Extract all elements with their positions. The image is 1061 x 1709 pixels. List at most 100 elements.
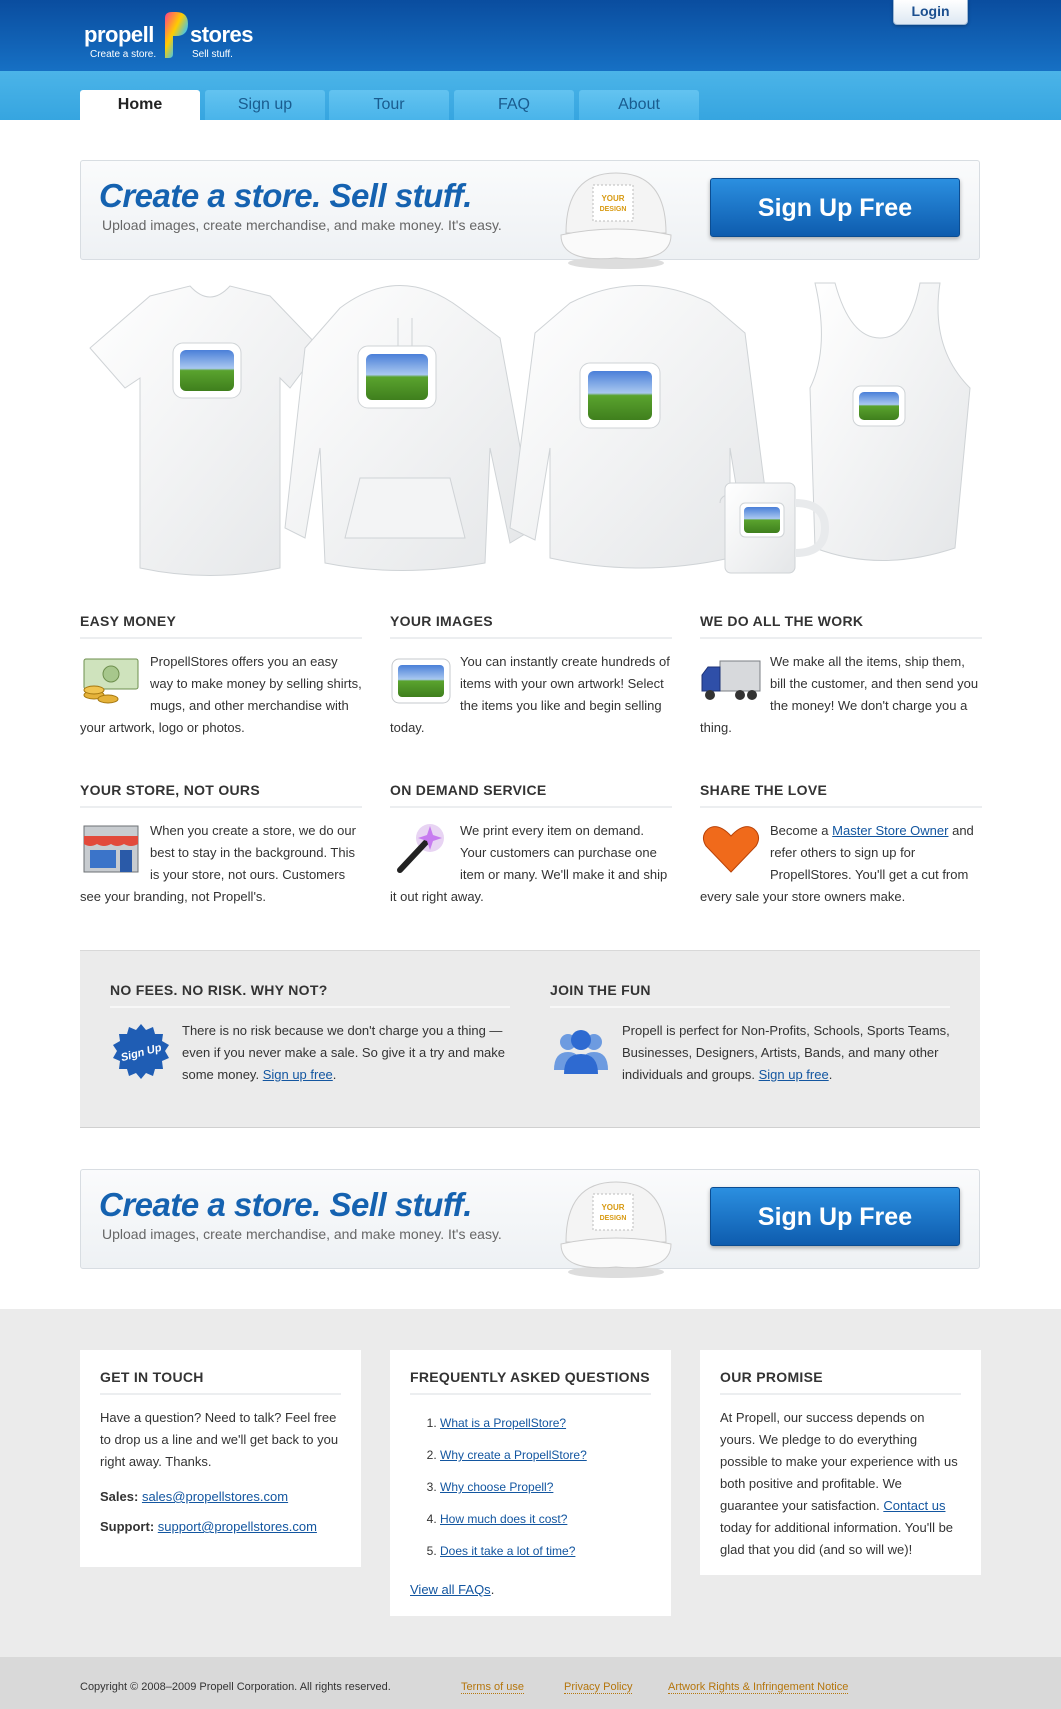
logo-mark-icon [165,12,188,58]
truck-icon [701,660,761,700]
faq-item: Why create a PropellStore? [440,1439,651,1471]
cap-icon: YOUR DESIGN [560,172,672,269]
faq-card: FREQUENTLY ASKED QUESTIONS What is a Pro… [390,1350,671,1616]
cap-icon: YOUR DESIGN [560,1181,672,1278]
sign-up-free-button[interactable]: Sign Up Free [710,1187,960,1246]
banner-headline: Create a store. Sell stuff. [99,1186,472,1223]
feature-your-store: YOUR STORE, NOT OURS When you create a s… [80,782,362,908]
logo-tagline-1: Create a store. [90,49,157,60]
section-title: NO FEES. NO RISK. WHY NOT? [110,982,510,1008]
support-email-link[interactable]: support@propellstores.com [158,1519,317,1534]
sign-up-free-link[interactable]: Sign up free [263,1067,333,1082]
faq-link[interactable]: How much does it cost? [440,1512,567,1526]
view-all-end: . [490,1582,495,1597]
feature-title: WE DO ALL THE WORK [700,613,982,639]
support-contact: Support: support@propellstores.com [100,1519,341,1535]
feature-share-the-love: SHARE THE LOVE Become a Master Store Own… [700,782,982,908]
tab-about[interactable]: About [579,90,699,120]
header-bar: propell stores Create a store. Sell stuf… [0,0,1061,71]
card-title: OUR PROMISE [720,1369,961,1395]
tab-home[interactable]: Home [80,90,200,120]
promo-banner-bottom: Create a store. Sell stuff. Upload image… [80,1169,980,1278]
get-in-touch-card: GET IN TOUCH Have a question? Need to ta… [80,1350,361,1567]
heart-icon [702,826,760,873]
tank-top-product [809,282,971,561]
feature-title: ON DEMAND SERVICE [390,782,672,808]
view-all-faqs-link[interactable]: View all FAQs [410,1582,491,1597]
nav-bar: Home Sign up Tour FAQ About [0,71,1061,120]
money-icon [83,658,139,704]
cap-text-your: YOUR [601,1203,624,1212]
faq-link[interactable]: Why create a PropellStore? [440,1448,587,1462]
sign-up-free-button[interactable]: Sign Up Free [710,178,960,237]
sign-up-badge-icon[interactable]: Sign Up [110,1022,172,1082]
feature-on-demand: ON DEMAND SERVICE We print every item on… [390,782,672,908]
section-text-part: . [332,1067,337,1082]
promo-banner-top: Create a store. Sell stuff. Upload image… [80,160,980,269]
section-title: JOIN THE FUN [550,982,950,1008]
cap-text-design: DESIGN [600,206,627,213]
card-title: GET IN TOUCH [100,1369,341,1395]
join-the-fun-section: JOIN THE FUN Propell is perfect for Non-… [550,982,950,1086]
group-icon [554,1030,608,1074]
logo-tagline-2: Sell stuff. [192,49,233,60]
product-showcase-image [89,282,971,576]
section-text-part: There is no risk because we don't charge… [182,1023,506,1082]
feature-we-do-all-the-work: WE DO ALL THE WORK We make all the items… [700,613,982,739]
feature-title: YOUR IMAGES [390,613,672,639]
faq-item: Does it take a lot of time? [440,1535,651,1567]
faq-list: What is a PropellStore? Why create a Pro… [410,1407,651,1567]
cap-text-your: YOUR [601,194,624,203]
copyright-text: Copyright © 2008–2009 Propell Corporatio… [80,1681,391,1693]
logo-word-stores: stores [190,22,254,47]
our-promise-card: OUR PROMISE At Propell, our success depe… [700,1350,981,1575]
feature-easy-money: EASY MONEY PropellStores offers you an e… [80,613,362,739]
card-text: At Propell, our success depends on yours… [720,1407,961,1561]
copyright-bar: Copyright © 2008–2009 Propell Corporatio… [0,1657,1061,1709]
feature-title: EASY MONEY [80,613,362,639]
banner-headline: Create a store. Sell stuff. [99,177,472,214]
hoodie-product [284,285,536,571]
faq-link[interactable]: Why choose Propell? [440,1480,553,1494]
feature-your-images: YOUR IMAGES You can instantly create hun… [390,613,672,739]
tab-sign-up[interactable]: Sign up [205,90,325,120]
view-all-faqs-line: View all FAQs. [410,1579,651,1601]
info-band: NO FEES. NO RISK. WHY NOT? Sign Up There… [80,950,980,1128]
artwork-rights-link[interactable]: Artwork Rights & Infringement Notice [668,1681,849,1694]
image-icon [391,658,451,704]
cap-text-design: DESIGN [600,1215,627,1222]
card-title: FREQUENTLY ASKED QUESTIONS [410,1369,651,1395]
contact-us-link[interactable]: Contact us [883,1498,945,1513]
tab-tour[interactable]: Tour [329,90,449,120]
sales-label: Sales: [100,1489,139,1504]
faq-link[interactable]: What is a PropellStore? [440,1416,566,1430]
magic-wand-icon [397,824,444,873]
mug-product [719,482,830,574]
master-store-owner-link[interactable]: Master Store Owner [832,823,948,838]
sales-contact: Sales: sales@propellstores.com [100,1489,341,1505]
storefront-icon [83,825,139,873]
faq-item: Why choose Propell? [440,1471,651,1503]
propell-logo[interactable]: propell stores Create a store. Sell stuf… [84,12,274,62]
sign-up-free-link[interactable]: Sign up free [759,1067,829,1082]
sales-email-link[interactable]: sales@propellstores.com [142,1489,288,1504]
footer: GET IN TOUCH Have a question? Need to ta… [0,1309,1061,1657]
faq-item: How much does it cost? [440,1503,651,1535]
card-text: Have a question? Need to talk? Feel free… [100,1410,339,1469]
feature-title: YOUR STORE, NOT OURS [80,782,362,808]
no-fees-section: NO FEES. NO RISK. WHY NOT? Sign Up There… [110,982,510,1086]
support-label: Support: [100,1519,155,1534]
faq-link[interactable]: Does it take a lot of time? [440,1544,575,1558]
logo-word-propell: propell [84,22,154,47]
terms-of-use-link[interactable]: Terms of use [461,1681,524,1694]
tab-faq[interactable]: FAQ [454,90,574,120]
banner-subtext: Upload images, create merchandise, and m… [102,1226,502,1242]
feature-title: SHARE THE LOVE [700,782,982,808]
feature-text-part: Become a [770,823,833,838]
banner-subtext: Upload images, create merchandise, and m… [102,217,502,233]
login-button[interactable]: Login [893,0,968,25]
privacy-policy-link[interactable]: Privacy Policy [564,1681,633,1694]
tshirt-product [89,285,321,576]
section-text-part: . [828,1067,833,1082]
faq-item: What is a PropellStore? [440,1407,651,1439]
